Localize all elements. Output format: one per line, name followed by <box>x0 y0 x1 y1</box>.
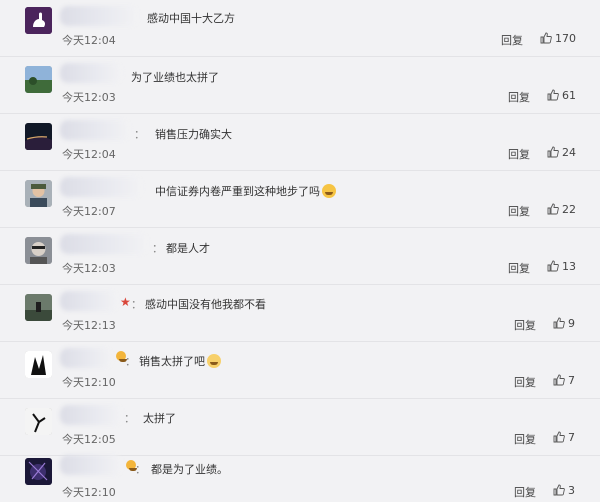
like-count: 24 <box>562 146 576 159</box>
reply-button[interactable]: 回复 <box>508 89 530 105</box>
colon-separator: ： <box>134 128 145 141</box>
avatar[interactable] <box>25 408 52 435</box>
thumbs-up-icon <box>547 89 559 101</box>
avatar[interactable] <box>25 351 52 378</box>
timestamp: 今天12:13 <box>62 319 116 332</box>
thumbs-up-icon <box>553 317 565 329</box>
like-count: 22 <box>562 203 576 216</box>
reply-button[interactable]: 回复 <box>508 260 530 276</box>
colon-separator: ： <box>135 463 146 476</box>
like-count: 170 <box>555 32 576 45</box>
reply-button[interactable]: 回复 <box>514 374 536 390</box>
cat-face-icon <box>207 354 221 368</box>
avatar[interactable] <box>25 237 52 264</box>
comment-item: 感动中国十大乙方 今天12:04 回复 170 <box>0 0 600 57</box>
timestamp: 今天12:03 <box>62 91 116 104</box>
colon-separator: ： <box>131 298 142 311</box>
timestamp: 今天12:07 <box>62 205 116 218</box>
comment-text: 太拼了 <box>143 412 176 425</box>
colon-separator: ： <box>125 355 136 368</box>
reply-button[interactable]: 回复 <box>508 203 530 219</box>
like-button[interactable]: 3 <box>553 484 575 497</box>
username-blurred[interactable] <box>60 291 118 311</box>
like-button[interactable]: 13 <box>547 260 576 273</box>
like-count: 9 <box>568 317 575 330</box>
comment-text: 都是为了业绩。 <box>151 463 228 476</box>
comment-item: ： 销售压力确实大 今天12:04 回复 24 <box>0 114 600 171</box>
like-button[interactable]: 24 <box>547 146 576 159</box>
comment-text-body: 中信证券内卷严重到这种地步了吗 <box>155 185 320 198</box>
username-blurred[interactable] <box>60 234 148 254</box>
like-count: 3 <box>568 484 575 497</box>
username-blurred[interactable] <box>60 120 130 140</box>
avatar[interactable] <box>25 458 52 485</box>
comment-item: 为了业绩也太拼了 今天12:03 回复 61 <box>0 57 600 114</box>
comment-item: ： 都是为了业绩。 今天12:10 回复 3 <box>0 445 600 502</box>
username-blurred[interactable] <box>60 6 138 26</box>
comment-text: 销售压力确实大 <box>155 128 232 141</box>
comment-text: 中信证券内卷严重到这种地步了吗 <box>155 183 336 199</box>
comment-list: 感动中国十大乙方 今天12:04 回复 170 为了业绩也太拼了 今天12:03… <box>0 0 600 502</box>
timestamp: 今天12:04 <box>62 34 116 47</box>
like-button[interactable]: 170 <box>540 32 576 45</box>
username-blurred[interactable] <box>60 177 142 197</box>
comment-item: ： 都是人才 今天12:03 回复 13 <box>0 228 600 285</box>
thumbs-up-icon <box>540 32 552 44</box>
avatar[interactable] <box>25 294 52 321</box>
comment-text: 销售太拼了吧 <box>139 353 221 369</box>
avatar[interactable] <box>25 123 52 150</box>
like-count: 7 <box>568 431 575 444</box>
avatar[interactable] <box>25 66 52 93</box>
colon-separator: ： <box>152 242 163 255</box>
like-button[interactable]: 9 <box>553 317 575 330</box>
colon-separator: ： <box>124 412 135 425</box>
comment-text-body: 销售太拼了吧 <box>139 355 205 368</box>
timestamp: 今天12:10 <box>62 376 116 389</box>
comment-text: 都是人才 <box>166 242 210 255</box>
thumbs-up-icon <box>553 484 565 496</box>
avatar[interactable] <box>25 7 52 34</box>
thumbs-up-icon <box>547 146 559 158</box>
timestamp: 今天12:10 <box>62 486 116 499</box>
like-count: 13 <box>562 260 576 273</box>
timestamp: 今天12:04 <box>62 148 116 161</box>
like-count: 61 <box>562 89 576 102</box>
laughing-face-icon <box>322 184 336 198</box>
like-button[interactable]: 7 <box>553 431 575 444</box>
username-blurred[interactable] <box>60 348 112 368</box>
like-button[interactable]: 22 <box>547 203 576 216</box>
username-blurred[interactable] <box>60 63 122 83</box>
like-button[interactable]: 7 <box>553 374 575 387</box>
avatar[interactable] <box>25 180 52 207</box>
star-icon: ★ <box>120 295 131 309</box>
reply-button[interactable]: 回复 <box>508 146 530 162</box>
comment-item: ： 销售太拼了吧 今天12:10 回复 7 <box>0 342 600 399</box>
comment-item: 中信证券内卷严重到这种地步了吗 今天12:07 回复 22 <box>0 171 600 228</box>
reply-button[interactable]: 回复 <box>501 32 523 48</box>
reply-button[interactable]: 回复 <box>514 484 536 500</box>
reply-button[interactable]: 回复 <box>514 317 536 333</box>
thumbs-up-icon <box>547 203 559 215</box>
comment-text: 感动中国十大乙方 <box>147 12 235 25</box>
like-count: 7 <box>568 374 575 387</box>
thumbs-up-icon <box>553 374 565 386</box>
like-button[interactable]: 61 <box>547 89 576 102</box>
comment-text: 为了业绩也太拼了 <box>131 71 219 84</box>
thumbs-up-icon <box>553 431 565 443</box>
comment-text: 感动中国没有他我都不看 <box>145 298 266 311</box>
comment-item: ★ ： 感动中国没有他我都不看 今天12:13 回复 9 <box>0 285 600 342</box>
timestamp: 今天12:03 <box>62 262 116 275</box>
thumbs-up-icon <box>547 260 559 272</box>
username-blurred[interactable] <box>60 455 122 475</box>
username-blurred[interactable] <box>60 405 122 425</box>
